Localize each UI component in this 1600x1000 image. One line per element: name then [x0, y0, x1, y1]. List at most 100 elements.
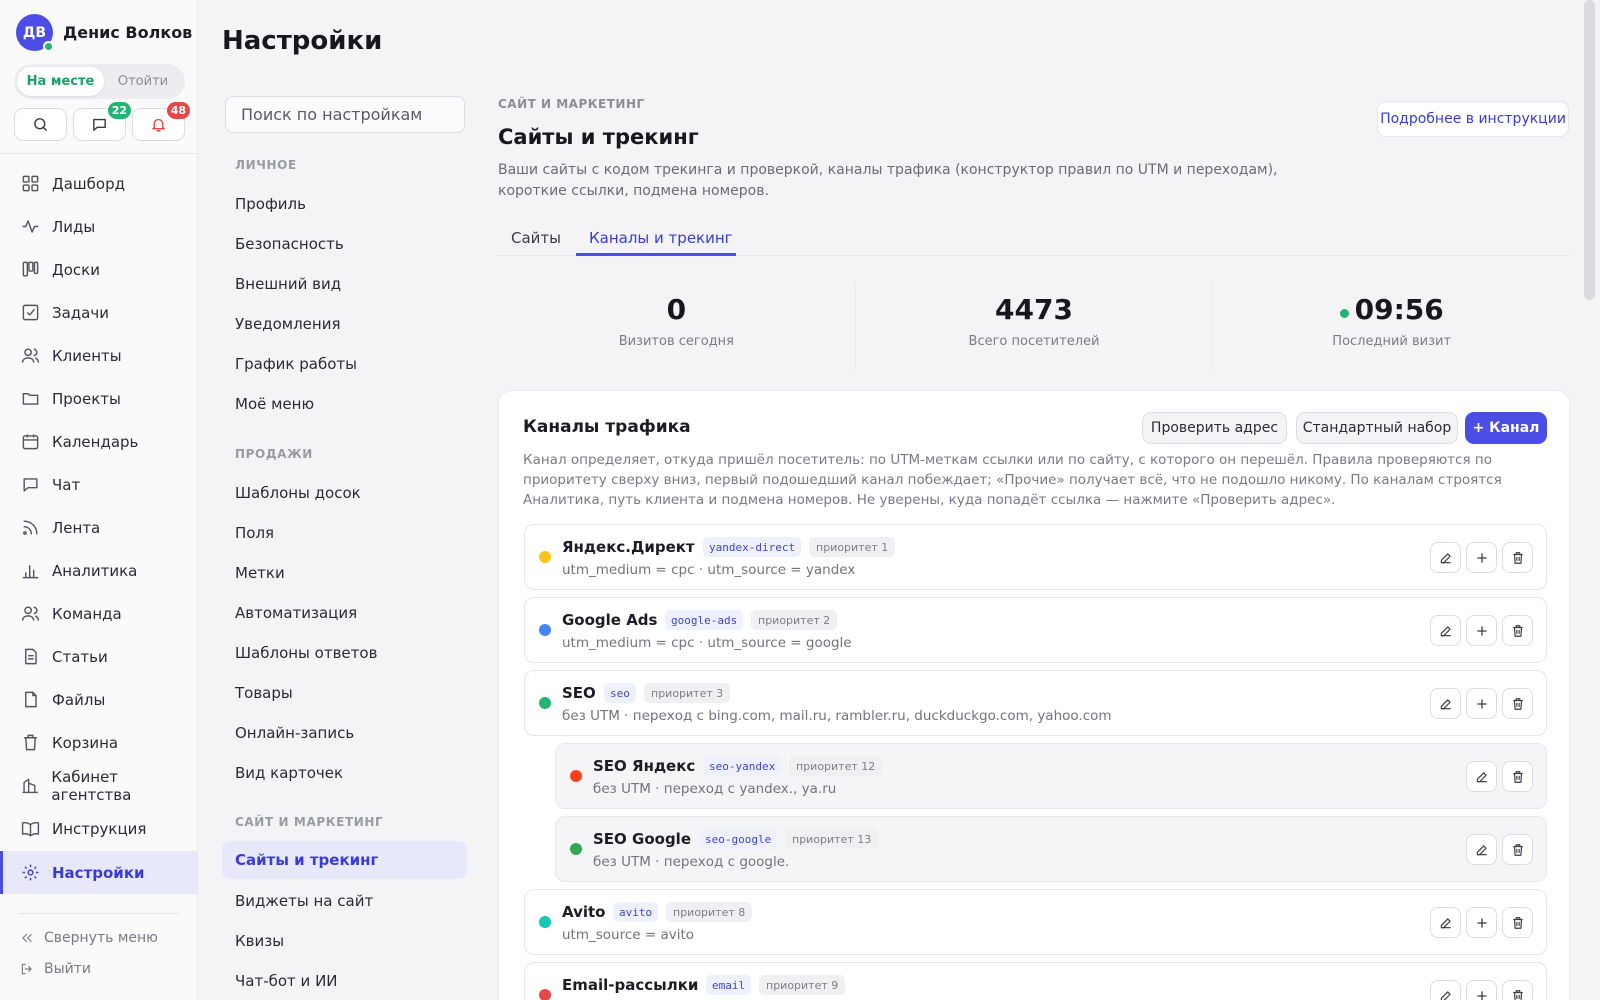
- tab-channels-tracking[interactable]: Каналы и трекинг: [589, 229, 733, 247]
- settings-item-quizzes[interactable]: Квизы: [235, 932, 284, 950]
- tab-sites[interactable]: Сайты: [511, 229, 561, 247]
- nav-item-settings[interactable]: Настройки: [0, 851, 198, 894]
- delete-channel-button[interactable]: [1502, 542, 1533, 573]
- edit-channel-button[interactable]: [1430, 980, 1461, 1000]
- add-channel-button[interactable]: + Канал: [1465, 412, 1547, 444]
- plus-icon: [1476, 698, 1487, 709]
- nav-item-chat[interactable]: Чат: [0, 463, 198, 506]
- avatar[interactable]: ДВ: [16, 14, 54, 52]
- nav-item-dashboard[interactable]: Дашборд: [0, 162, 198, 205]
- nav-item-label: Клиенты: [52, 346, 122, 365]
- delete-channel-button[interactable]: [1502, 834, 1533, 865]
- edit-channel-button[interactable]: [1430, 615, 1461, 646]
- edit-channel-button[interactable]: [1430, 688, 1461, 719]
- settings-item-card-view[interactable]: Вид карточек: [235, 764, 343, 782]
- settings-item-board-templates[interactable]: Шаблоны досок: [235, 484, 361, 502]
- settings-search-input[interactable]: [225, 96, 465, 133]
- nav-item-feed[interactable]: Лента: [0, 506, 198, 549]
- channel-row[interactable]: Email-рассылки email приоритет 9: [524, 962, 1547, 1000]
- check-address-button[interactable]: Проверить адрес: [1142, 412, 1287, 444]
- edit-channel-button[interactable]: [1430, 907, 1461, 938]
- presence-away-button[interactable]: Отойти: [104, 67, 182, 96]
- nav-item-trash[interactable]: Корзина: [0, 721, 198, 764]
- channel-row[interactable]: SEO Яндекс seo-yandex приоритет 12 без U…: [555, 743, 1547, 809]
- nav-item-clients[interactable]: Клиенты: [0, 334, 198, 377]
- nav-item-label: Дашборд: [52, 174, 125, 193]
- delete-channel-button[interactable]: [1502, 907, 1533, 938]
- edit-channel-button[interactable]: [1430, 542, 1461, 573]
- channel-code-badge: yandex-direct: [703, 537, 802, 557]
- users-icon: [21, 348, 40, 363]
- nav-item-label: Аналитика: [52, 561, 138, 580]
- nav-item-tasks[interactable]: Задачи: [0, 291, 198, 334]
- nav-item-leads[interactable]: Лиды: [0, 205, 198, 248]
- delete-channel-button[interactable]: [1502, 615, 1533, 646]
- plus-icon: [1476, 990, 1487, 1000]
- nav-item-articles[interactable]: Статьи: [0, 635, 198, 678]
- channel-row[interactable]: Google Ads google-ads приоритет 2 utm_me…: [524, 597, 1547, 663]
- channel-priority-badge: приоритет 13: [785, 829, 879, 849]
- page-scrollbar[interactable]: [1584, 0, 1595, 300]
- section-description: Ваши сайты с кодом трекинга и проверкой,…: [498, 162, 1278, 199]
- add-subchannel-button[interactable]: [1466, 980, 1497, 1000]
- settings-item-sites-tracking[interactable]: Сайты и трекинг: [222, 841, 467, 879]
- channel-actions: [1425, 688, 1533, 719]
- delete-channel-button[interactable]: [1502, 761, 1533, 792]
- add-subchannel-button[interactable]: [1466, 615, 1497, 646]
- settings-item-chatbot-ai[interactable]: Чат-бот и ИИ: [235, 972, 338, 990]
- settings-item-security[interactable]: Безопасность: [235, 235, 344, 253]
- rss-icon: [23, 520, 38, 535]
- channel-row[interactable]: SEO Google seo-google приоритет 13 без U…: [555, 816, 1547, 882]
- plus-icon: [1476, 917, 1487, 928]
- stat-visits-today: 0 Визитов сегодня: [498, 281, 856, 372]
- user-block[interactable]: ДВ Денис Волков: [16, 14, 192, 52]
- edit-channel-button[interactable]: [1466, 761, 1497, 792]
- logout-button[interactable]: Выйти: [20, 961, 91, 977]
- nav-item-projects[interactable]: Проекты: [0, 377, 198, 420]
- nav-item-agency[interactable]: Кабинет агентства: [0, 764, 198, 807]
- card-description: Канал определяет, откуда пришёл посетите…: [523, 452, 1502, 508]
- add-subchannel-button[interactable]: [1466, 542, 1497, 573]
- settings-item-products[interactable]: Товары: [235, 684, 293, 702]
- settings-item-schedule[interactable]: График работы: [235, 355, 357, 373]
- delete-channel-button[interactable]: [1502, 980, 1533, 1000]
- settings-item-fields[interactable]: Поля: [235, 524, 274, 542]
- settings-item-online-booking[interactable]: Онлайн-запись: [235, 724, 354, 742]
- delete-channel-button[interactable]: [1502, 688, 1533, 719]
- settings-item-tags[interactable]: Метки: [235, 564, 285, 582]
- messages-button[interactable]: 22: [73, 102, 131, 141]
- settings-item-widgets[interactable]: Виджеты на сайт: [235, 892, 373, 910]
- nav-item-guide[interactable]: Инструкция: [0, 807, 198, 850]
- bar-chart-icon: [22, 565, 39, 579]
- standard-set-button[interactable]: Стандартный набор: [1296, 412, 1458, 444]
- channel-row[interactable]: Avito avito приоритет 8 utm_source = avi…: [524, 889, 1547, 955]
- nav-item-team[interactable]: Команда: [0, 592, 198, 635]
- settings-item-automation[interactable]: Автоматизация: [235, 604, 357, 622]
- channel-name: Яндекс.Директ: [562, 538, 695, 556]
- add-subchannel-button[interactable]: [1466, 907, 1497, 938]
- gear-icon: [22, 864, 39, 881]
- notifications-badge: 48: [166, 102, 190, 119]
- help-link-button[interactable]: Подробнее в инструкции: [1377, 101, 1569, 137]
- settings-item-profile[interactable]: Профиль: [235, 195, 306, 213]
- channel-priority-badge: приоритет 9: [759, 975, 846, 995]
- settings-item-appearance[interactable]: Внешний вид: [235, 275, 341, 293]
- notifications-button[interactable]: 48: [132, 102, 190, 141]
- presence-on-button[interactable]: На месте: [17, 67, 104, 96]
- nav-item-boards[interactable]: Доски: [0, 248, 198, 291]
- pencil-icon: [1440, 917, 1451, 928]
- search-button[interactable]: [14, 108, 67, 141]
- add-subchannel-button[interactable]: [1466, 688, 1497, 719]
- nav-item-calendar[interactable]: Календарь: [0, 420, 198, 463]
- edit-channel-button[interactable]: [1466, 834, 1497, 865]
- settings-item-my-menu[interactable]: Моё меню: [235, 395, 314, 413]
- collapse-menu-button[interactable]: Свернуть меню: [20, 930, 158, 946]
- nav-item-files[interactable]: Файлы: [0, 678, 198, 721]
- nav-item-label: Чат: [52, 475, 81, 494]
- nav-item-analytics[interactable]: Аналитика: [0, 549, 198, 592]
- trash-icon: [1512, 697, 1523, 710]
- settings-item-notifications[interactable]: Уведомления: [235, 315, 340, 333]
- channel-row[interactable]: Яндекс.Директ yandex-direct приоритет 1 …: [524, 524, 1547, 590]
- settings-item-reply-templates[interactable]: Шаблоны ответов: [235, 644, 377, 662]
- channel-row[interactable]: SEO seo приоритет 3 без UTM · переход с …: [524, 670, 1547, 736]
